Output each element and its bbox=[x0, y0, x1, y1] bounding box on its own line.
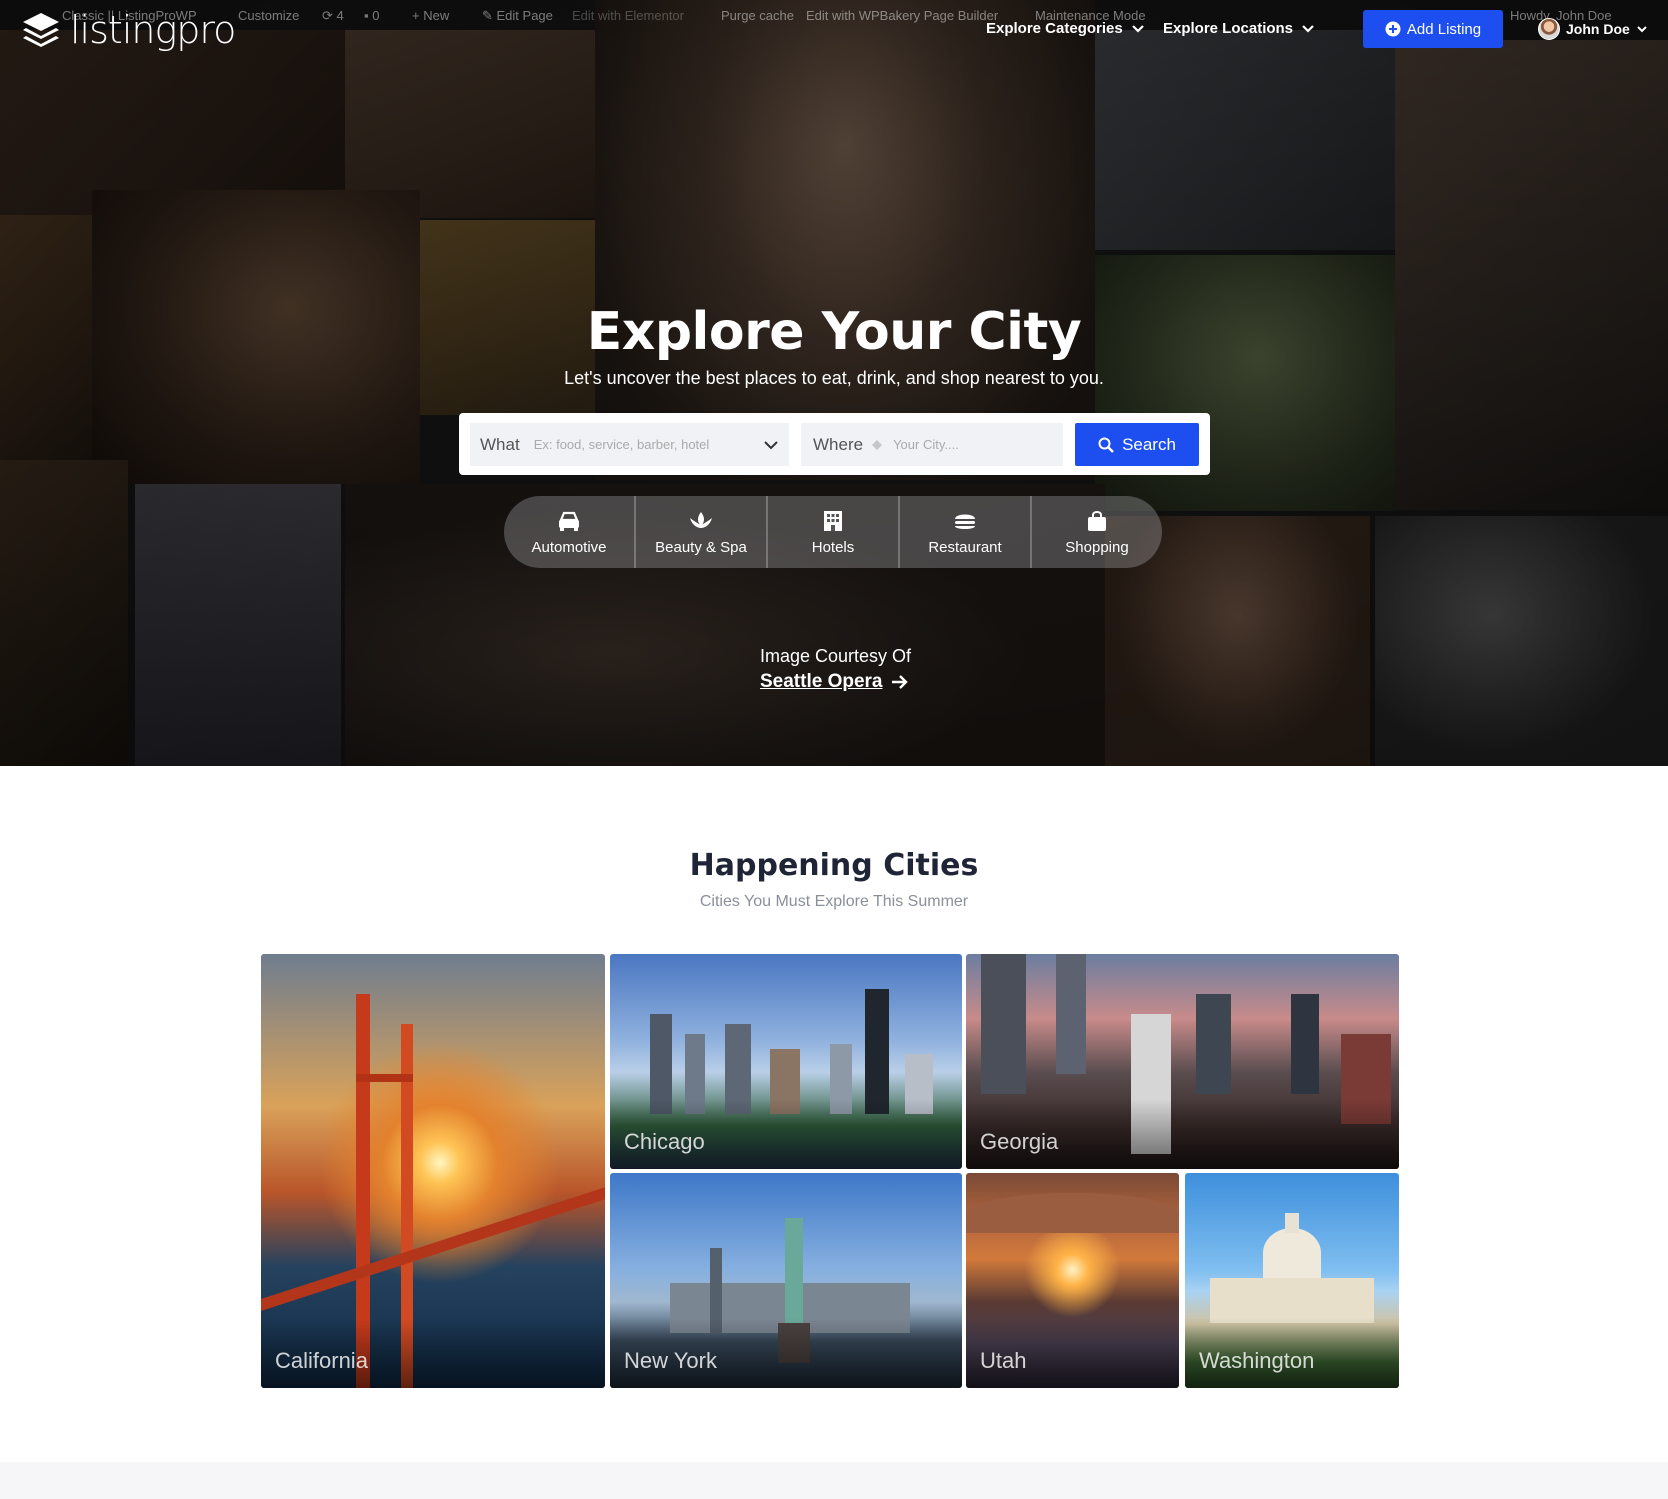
city-name: California bbox=[275, 1348, 368, 1373]
city-name: New York bbox=[624, 1348, 717, 1373]
nav-explore-locations-label: Explore Locations bbox=[1163, 20, 1294, 37]
image-courtesy: Image Courtesy Of Seattle Opera bbox=[760, 646, 911, 693]
city-card-california[interactable]: California bbox=[261, 954, 605, 1388]
category-label: Restaurant bbox=[928, 538, 1002, 556]
arrow-right-icon bbox=[891, 675, 908, 689]
category-restaurant[interactable]: Restaurant bbox=[900, 496, 1032, 568]
category-label: Beauty & Spa bbox=[655, 538, 747, 556]
admin-wpbakery-link[interactable]: Edit with WPBakery Page Builder bbox=[806, 8, 998, 23]
nav-explore-locations[interactable]: Explore Locations bbox=[1163, 20, 1315, 37]
category-label: Hotels bbox=[811, 538, 855, 556]
search-bar: What Ex: food, service, barber, hotel Wh… bbox=[459, 413, 1210, 475]
admin-new-label: New bbox=[423, 8, 450, 23]
city-name: Utah bbox=[980, 1348, 1027, 1373]
category-shopping[interactable]: Shopping bbox=[1032, 496, 1162, 568]
admin-comments-count: 0 bbox=[372, 8, 380, 23]
avatar bbox=[1538, 18, 1560, 40]
chevron-down-icon bbox=[1131, 24, 1144, 33]
car-icon bbox=[559, 511, 579, 531]
category-bar: Automotive Beauty & Spa Hotels Restauran… bbox=[504, 496, 1162, 568]
where-input[interactable]: Your City.... bbox=[893, 437, 959, 452]
where-field[interactable]: Where Your City.... bbox=[801, 423, 1063, 466]
search-icon bbox=[1098, 437, 1114, 453]
city-name: Chicago bbox=[624, 1129, 705, 1154]
location-diamond-icon bbox=[872, 439, 883, 450]
layers-logo-icon bbox=[23, 13, 59, 47]
city-card-washington[interactable]: Washington bbox=[1185, 1173, 1399, 1388]
burger-icon bbox=[955, 514, 975, 529]
admin-elementor-link[interactable]: Edit with Elementor bbox=[572, 8, 684, 23]
admin-updates-count: 4 bbox=[336, 8, 344, 23]
city-card-utah[interactable]: Utah bbox=[966, 1173, 1179, 1388]
chevron-down-icon bbox=[1637, 25, 1647, 32]
search-button-label: Search bbox=[1122, 434, 1176, 454]
hero-section: Classic || ListingProWP Customize ⟳ 4 ▪ … bbox=[0, 0, 1668, 766]
lotus-icon bbox=[690, 511, 712, 528]
chevron-down-icon bbox=[1302, 24, 1314, 33]
admin-new-link[interactable]: + New bbox=[412, 8, 449, 23]
chevron-down-icon[interactable] bbox=[763, 440, 779, 450]
admin-customize-link[interactable]: Customize bbox=[238, 8, 299, 23]
add-listing-label: Add Listing bbox=[1406, 20, 1482, 38]
section-subtitle: Cities You Must Explore This Summer bbox=[699, 893, 969, 910]
shopping-bag-icon bbox=[1088, 510, 1106, 531]
category-label: Shopping bbox=[1065, 538, 1129, 556]
courtesy-link-label: Seattle Opera bbox=[760, 671, 883, 692]
what-field[interactable]: What Ex: food, service, barber, hotel bbox=[470, 423, 789, 466]
what-label: What bbox=[480, 434, 520, 454]
category-label: Automotive bbox=[531, 538, 607, 556]
courtesy-text: Image Courtesy Of bbox=[760, 646, 912, 666]
add-listing-button[interactable]: Add Listing bbox=[1363, 10, 1503, 48]
what-input[interactable]: Ex: food, service, barber, hotel bbox=[534, 437, 710, 452]
city-card-chicago[interactable]: Chicago bbox=[610, 954, 962, 1169]
section-title: Happening Cities bbox=[689, 848, 979, 883]
admin-purge-cache-link[interactable]: Purge cache bbox=[721, 8, 794, 23]
category-beauty-spa[interactable]: Beauty & Spa bbox=[636, 496, 768, 568]
admin-comments-icon[interactable]: ▪ 0 bbox=[364, 8, 379, 23]
nav-explore-categories[interactable]: Explore Categories bbox=[986, 20, 1145, 37]
admin-edit-page-label: Edit Page bbox=[496, 8, 553, 23]
user-name: John Doe bbox=[1566, 21, 1630, 37]
city-card-new-york[interactable]: New York bbox=[610, 1173, 962, 1388]
category-automotive[interactable]: Automotive bbox=[504, 496, 636, 568]
footer-band bbox=[0, 1462, 1668, 1499]
hero-title: Explore Your City bbox=[586, 302, 1082, 362]
site-logo[interactable]: listingpro bbox=[20, 8, 236, 52]
building-icon bbox=[824, 510, 842, 531]
search-button[interactable]: Search bbox=[1075, 423, 1199, 466]
city-name: Washington bbox=[1199, 1348, 1315, 1373]
city-card-georgia[interactable]: Georgia bbox=[966, 954, 1399, 1169]
where-label: Where bbox=[813, 434, 864, 454]
admin-updates-icon[interactable]: ⟳ 4 bbox=[322, 8, 344, 24]
category-hotels[interactable]: Hotels bbox=[768, 496, 900, 568]
city-name: Georgia bbox=[980, 1129, 1059, 1154]
plus-circle-icon bbox=[1385, 21, 1401, 37]
hero-subtitle: Let's uncover the best places to eat, dr… bbox=[564, 368, 1104, 388]
courtesy-link[interactable]: Seattle Opera bbox=[760, 671, 911, 693]
user-menu[interactable]: John Doe bbox=[1538, 18, 1648, 40]
nav-explore-categories-label: Explore Categories bbox=[986, 20, 1123, 37]
admin-edit-page-link[interactable]: ✎ Edit Page bbox=[482, 8, 553, 24]
logo-text: listingpro bbox=[70, 8, 236, 52]
